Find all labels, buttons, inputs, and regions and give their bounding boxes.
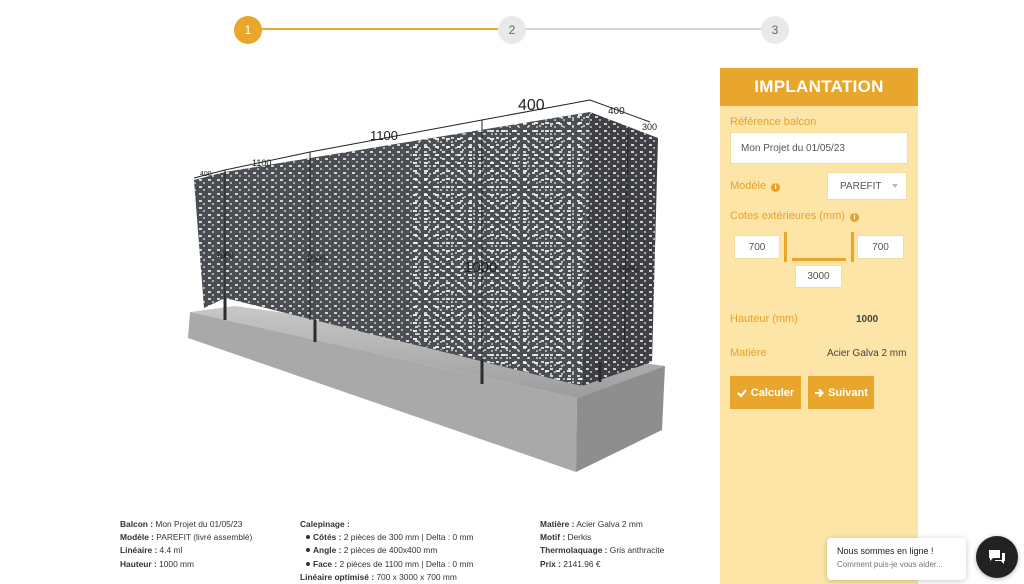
height-label: 1000 xyxy=(216,251,234,260)
bullet-icon xyxy=(306,561,310,566)
model-select-value: PAREFIT xyxy=(840,180,882,192)
material-label: Matière xyxy=(730,347,767,359)
reference-input[interactable]: Mon Projet du 01/05/23 xyxy=(730,132,908,164)
summary-label: Modèle : xyxy=(120,532,154,543)
step-3[interactable]: 3 xyxy=(761,16,789,44)
height-label: 1000 xyxy=(464,259,497,276)
next-button[interactable]: Suivant xyxy=(808,376,874,409)
u-shape-bottom-bar xyxy=(792,258,846,261)
cote-front-input[interactable]: 3000 xyxy=(795,265,842,288)
summary-label: Prix : xyxy=(540,558,561,569)
height-label: 1000 xyxy=(306,254,326,264)
arrow-right-icon xyxy=(815,388,825,397)
u-shape-right-bar xyxy=(851,232,854,262)
summary-label: Balcon : xyxy=(120,519,154,529)
dim-label: 400 xyxy=(518,97,545,114)
step-2[interactable]: 2 xyxy=(498,16,526,44)
height-label: 1000 xyxy=(618,264,638,274)
dim-label: 400 xyxy=(608,106,625,117)
summary-column-2: Calepinage : Côtés : 2 pièces de 300 mm … xyxy=(300,518,473,584)
dim-label: 300 xyxy=(642,122,657,132)
summary-value: Derkis xyxy=(565,532,592,543)
summary-value: 4.4 ml xyxy=(157,545,183,556)
next-button-label: Suivant xyxy=(828,386,868,399)
stepper-line-done xyxy=(248,28,512,30)
model-label-row: Modèle i xyxy=(730,180,781,192)
summary-label: Côtés : xyxy=(313,532,342,543)
summary-value: 2 pièces de 1100 mm | Delta : 0 mm xyxy=(337,558,474,569)
height-label: Hauteur (mm) xyxy=(730,313,798,325)
chat-greeting-bubble[interactable]: Nous sommes en ligne ! Comment puis-je v… xyxy=(827,538,966,580)
stepper-line-pending xyxy=(524,28,776,30)
implantation-panel: IMPLANTATION Référence balcon Mon Projet… xyxy=(720,68,918,584)
fence-panel-right xyxy=(582,112,658,386)
cote-right-input[interactable]: 700 xyxy=(857,235,904,259)
summary-label: Motif : xyxy=(540,532,566,543)
chat-icon xyxy=(989,550,1005,564)
summary-value: 700 x 3000 x 700 mm xyxy=(374,571,457,582)
summary-label: Angle : xyxy=(313,545,342,556)
dim-label: 400 xyxy=(200,171,212,178)
info-icon[interactable]: i xyxy=(771,183,781,192)
chevron-down-icon xyxy=(892,184,898,188)
cotes-label-row: Cotes extérieures (mm) i xyxy=(730,210,859,222)
check-icon xyxy=(737,388,747,397)
model-label: Modèle xyxy=(730,180,767,192)
info-icon[interactable]: i xyxy=(849,213,859,222)
summary-value: 2141.96 € xyxy=(560,558,601,569)
summary-value: Mon Projet du 01/05/23 xyxy=(153,519,243,529)
summary-value: 2 pièces de 400x400 mm xyxy=(341,545,438,556)
dim-label: 1100 xyxy=(252,158,271,168)
summary-label: Linéaire optimisé : xyxy=(300,571,374,582)
calculate-button[interactable]: Calculer xyxy=(730,376,801,409)
cotes-label: Cotes extérieures (mm) xyxy=(730,210,845,222)
summary-value: PAREFIT (livré assemblé) xyxy=(153,532,253,543)
cote-left-input[interactable]: 700 xyxy=(734,235,780,259)
dim-label: 1100 xyxy=(370,128,398,143)
progress-stepper: 1 2 3 xyxy=(232,14,792,44)
summary-value: 2 pièces de 300 mm | Delta : 0 mm xyxy=(341,532,474,543)
bullet-icon xyxy=(306,535,310,540)
summary-label: Hauteur : xyxy=(120,558,157,569)
material-value: Acier Galva 2 mm xyxy=(827,348,907,359)
fence-panel-left xyxy=(194,172,225,308)
panel-title: IMPLANTATION xyxy=(720,68,918,106)
chat-subtitle: Comment puis-je vous aider... xyxy=(837,560,943,569)
chat-launcher-button[interactable] xyxy=(976,536,1018,578)
model-select[interactable]: PAREFIT xyxy=(827,172,907,200)
summary-label: Face : xyxy=(313,558,338,569)
summary-column-1: Balcon : Mon Projet du 01/05/23 Modèle :… xyxy=(120,518,252,571)
reference-label: Référence balcon xyxy=(730,116,817,128)
summary-column-3: Matière : Acier Galva 2 mm Motif : Derki… xyxy=(540,518,664,571)
bullet-icon xyxy=(306,548,310,553)
chat-title: Nous sommes en ligne ! xyxy=(837,546,934,556)
u-shape-left-bar xyxy=(784,232,787,262)
calculate-button-label: Calculer xyxy=(750,386,795,399)
summary-label: Calepinage : xyxy=(300,519,350,529)
height-value: 1000 xyxy=(856,314,879,325)
summary-label: Thermolaquage : xyxy=(540,545,608,556)
summary-value: Acier Galva 2 mm xyxy=(574,519,643,529)
summary-label: Linéaire : xyxy=(120,545,158,556)
summary-label: Matière : xyxy=(540,519,575,529)
summary-value: 1000 mm xyxy=(156,558,195,569)
fence-3d-preview: 400 1100 1100 400 400 300 1000 1000 1000… xyxy=(188,97,665,472)
step-1[interactable]: 1 xyxy=(234,16,262,44)
summary-value: Gris anthracite xyxy=(607,545,665,556)
